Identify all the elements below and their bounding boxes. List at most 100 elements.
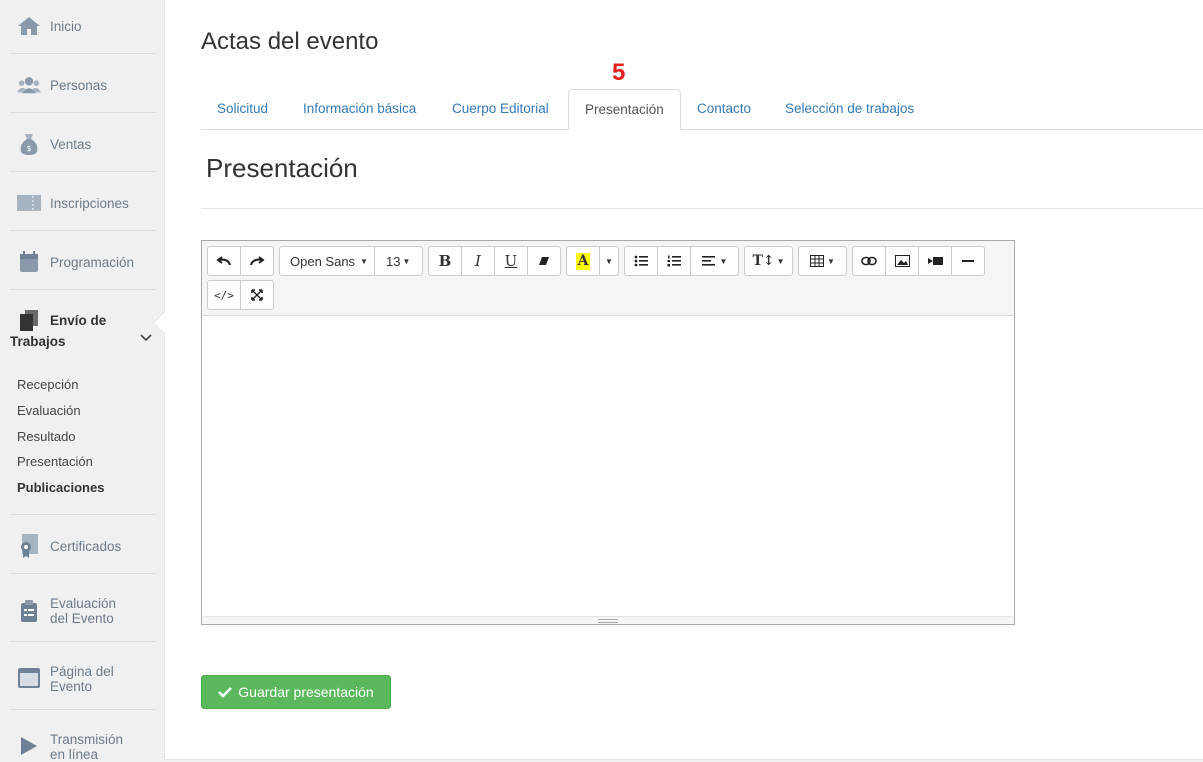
fullscreen-button[interactable] [240,280,274,310]
highlight-color-button[interactable]: A [566,246,600,276]
sidebar-item-inscripciones[interactable]: Inscripciones [0,191,164,215]
eraser-icon [538,255,550,267]
caret-down-icon: ▼ [776,256,785,266]
clear-format-button[interactable] [527,246,561,276]
sidebar-item-certificados[interactable]: Certificados [0,534,164,558]
table-dropdown[interactable]: ▼ [798,246,847,276]
paragraph-align-dropdown[interactable]: ▼ [690,246,739,276]
editor-toolbar: Open Sans ▼ 13 ▼ B I U A ▼ ▼ T↕ ▼ ▼ </> [202,241,1014,316]
tab-solicitud[interactable]: Solicitud [201,89,284,130]
bullet-list-button[interactable] [624,246,658,276]
step-marker: 5 [612,59,626,86]
check-icon [218,686,233,698]
subitem-presentacion[interactable]: Presentación [17,454,93,469]
sidebar-item-label: Evaluación [50,596,117,611]
code-icon: </> [214,288,234,302]
italic-icon: I [475,252,481,270]
sidebar-item-label: Ventas [50,136,92,152]
picture-icon [894,255,910,267]
tab-seleccion-de-trabajos[interactable]: Selección de trabajos [769,89,930,130]
tab-presentacion[interactable]: Presentación [568,89,681,130]
divider [10,53,156,54]
sidebar-item-label: Trabajos [10,334,66,349]
underline-button[interactable]: U [494,246,528,276]
sidebar-item-label: Página del [50,664,114,679]
horizontal-rule-button[interactable] [951,246,985,276]
save-presentation-button[interactable]: Guardar presentación [201,675,391,709]
line-height-dropdown[interactable]: T↕ ▼ [744,246,793,276]
sidebar-item-transmision[interactable]: Transmisión en línea [0,732,164,762]
editor-resize-handle[interactable] [202,616,1014,624]
bold-button[interactable]: B [428,246,462,276]
font-family-dropdown[interactable]: Open Sans ▼ [279,246,375,276]
sidebar-item-label: Transmisión [50,732,124,747]
color-dropdown-button[interactable]: ▼ [599,246,619,276]
caret-down-icon: ▼ [719,256,728,266]
minus-icon [962,259,974,263]
divider [10,230,156,231]
play-icon [17,734,41,758]
code-view-button[interactable]: </> [207,280,241,310]
undo-button[interactable] [207,246,241,276]
sidebar-item-pagina-evento[interactable]: Página del Evento [0,664,164,694]
divider [10,573,156,574]
tab-bar: Solicitud Información básica Cuerpo Edit… [201,89,1203,130]
documents-icon [19,310,39,332]
caret-down-icon: ▼ [402,256,411,266]
sidebar-item-label: del Evento [50,611,114,626]
section-title: Presentación [206,153,358,183]
numbered-list-icon [667,255,681,267]
tab-informacion-basica[interactable]: Información básica [287,89,432,130]
ticket-icon [17,191,41,215]
sidebar-item-label: Certificados [50,538,122,554]
numbered-list-button[interactable] [657,246,691,276]
insert-picture-button[interactable] [885,246,919,276]
tab-cuerpo-editorial[interactable]: Cuerpo Editorial [436,89,565,130]
editor-content-area[interactable] [202,316,1014,618]
sidebar-item-inicio[interactable]: Inicio [0,14,164,38]
font-size-dropdown[interactable]: 13 ▼ [374,246,423,276]
sidebar-item-evaluacion-evento[interactable]: Evaluación del Evento [0,596,164,626]
sidebar-item-ventas[interactable]: $ Ventas [0,132,164,156]
sidebar-item-programacion[interactable]: Programación [0,250,164,274]
divider [10,641,156,642]
grip-icon [598,619,618,623]
sidebar-item-label: Evento [50,679,93,694]
sidebar-item-personas[interactable]: Personas [0,73,164,97]
subitem-publicaciones[interactable]: Publicaciones [17,480,104,495]
video-icon [927,256,943,266]
sidebar-item-label: Inicio [50,18,82,34]
underline-icon: U [504,252,518,270]
sidebar-item-label: Personas [50,77,108,93]
bullet-list-icon [634,255,648,267]
save-button-label: Guardar presentación [238,684,374,700]
subitem-resultado[interactable]: Resultado [17,429,76,444]
redo-button[interactable] [240,246,274,276]
sidebar-item-label: Inscripciones [50,195,129,211]
chevron-down-icon[interactable] [140,334,152,342]
subitem-recepcion[interactable]: Recepción [17,377,78,392]
users-icon [17,73,41,97]
divider [10,171,156,172]
sidebar-item-label: en línea [50,747,99,762]
bold-icon: B [438,252,452,270]
align-left-icon [701,255,716,267]
subitem-evaluacion[interactable]: Evaluación [17,403,81,418]
font-family-value: Open Sans [290,253,356,269]
divider [10,289,156,290]
sidebar-item-label: Envío de [50,313,107,328]
tab-contacto[interactable]: Contacto [681,89,767,130]
sidebar: Inicio Personas $ Ventas Inscripciones P… [0,0,164,762]
insert-video-button[interactable] [918,246,952,276]
caret-down-icon: ▼ [605,256,613,266]
italic-button[interactable]: I [461,246,495,276]
webpage-icon [17,666,41,690]
svg-text:$: $ [26,144,31,153]
divider [201,208,1203,209]
clipboard-icon [17,599,41,623]
insert-link-button[interactable] [852,246,886,276]
font-size-value: 13 [386,253,401,269]
main-panel: Actas del evento 5 Solicitud Información… [164,0,1203,760]
table-icon [810,255,825,267]
money-bag-icon: $ [17,132,41,156]
